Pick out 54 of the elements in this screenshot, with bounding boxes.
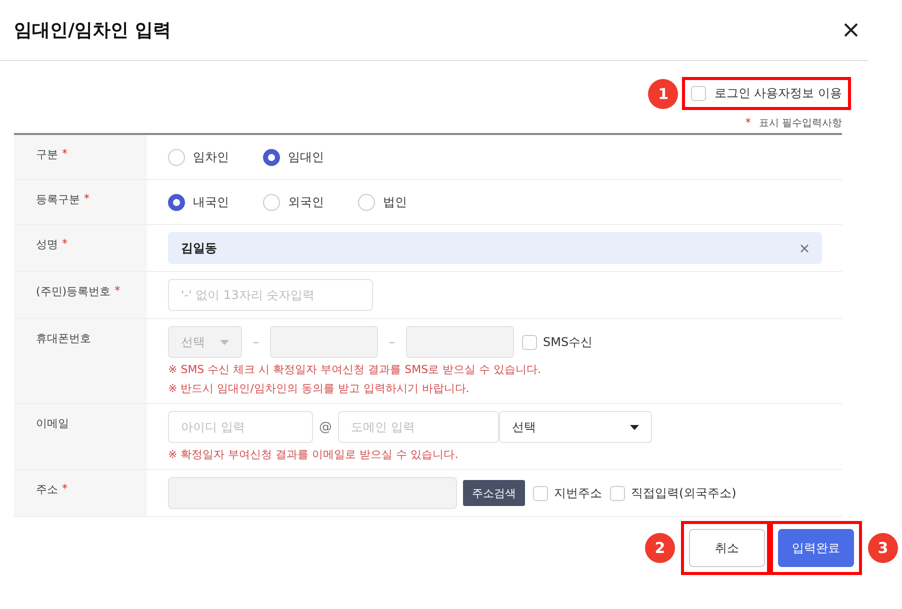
required-note: 표시 필수입력사항 [758, 117, 842, 130]
required-mark: * [62, 482, 68, 495]
checkbox-option[interactable]: 직접입력(외국주소) [610, 484, 736, 502]
checkbox[interactable] [610, 486, 625, 500]
field-label: (주민)등록번호 [36, 284, 111, 299]
callout-badge: 3 [868, 533, 898, 563]
address-field[interactable] [168, 477, 457, 509]
radio-option[interactable]: 법인 [358, 194, 407, 210]
dash-separator: – [253, 335, 259, 349]
notice-text: ※ 확정일자 부여신청 결과를 이메일로 받으실 수 있습니다. [168, 447, 460, 462]
radio-button[interactable] [263, 148, 280, 166]
required-mark: * [114, 284, 120, 297]
radio-option[interactable]: 외국인 [263, 194, 324, 210]
required-mark: * [84, 192, 90, 205]
required-mark: * [745, 116, 751, 130]
email-domain-field[interactable]: 도메인 입력 [338, 411, 499, 443]
dialog-title: 임대인/임차인 입력 [14, 19, 171, 42]
address-search-button[interactable]: 주소검색 [463, 480, 525, 506]
checkbox[interactable] [533, 486, 548, 500]
field-label: 성명 [36, 237, 58, 252]
name-field[interactable]: 김일동 [168, 232, 822, 264]
callout-badge: 1 [648, 78, 678, 108]
radio-option[interactable]: 내국인 [168, 194, 229, 210]
email-id-field[interactable]: 아이디 입력 [168, 411, 313, 443]
caret-icon [220, 340, 229, 344]
registration-number-field[interactable]: '-' 없이 13자리 숫자입력 [168, 279, 373, 311]
clear-icon [800, 244, 809, 252]
notice-text: ※ 반드시 임대인/임차인의 동의를 받고 입력하시기 바랍니다. [168, 381, 470, 396]
notice-text: ※ SMS 수신 체크 시 확정일자 부여신청 결과를 SMS로 받으실 수 있습니다. [168, 362, 542, 377]
field-label: 주소 [36, 482, 58, 497]
phone-number-field[interactable] [406, 326, 514, 358]
field-label: 이메일 [36, 416, 69, 431]
checkbox-option[interactable]: 지번주소 [533, 484, 602, 502]
required-mark: * [62, 147, 68, 160]
checkbox[interactable] [691, 86, 706, 101]
login-option-checkbox[interactable]: 로그인 사용자정보 이용 [682, 77, 851, 110]
at-sign: @ [319, 420, 332, 434]
cancel-button[interactable]: 취소 [689, 529, 765, 567]
caret-icon [630, 424, 639, 430]
submit-button[interactable]: 입력완료 [778, 529, 854, 567]
dash-separator: – [389, 335, 395, 349]
domain-select[interactable]: 선택 [499, 411, 652, 443]
close-icon[interactable] [844, 23, 858, 37]
field-label: 등록구분 [36, 192, 80, 207]
callout-badge: 2 [645, 533, 675, 563]
radio-option[interactable]: 임차인 [168, 148, 229, 166]
field-label: 휴대폰번호 [36, 331, 91, 346]
radio-option[interactable]: 임대인 [263, 148, 324, 166]
field-value: 김일동 [181, 240, 217, 256]
checkbox-label: 로그인 사용자정보 이용 [714, 85, 842, 102]
phone-number-field[interactable] [270, 326, 378, 358]
field-label: 구분 [36, 147, 58, 162]
required-mark: * [62, 237, 68, 250]
radio-button[interactable] [168, 194, 185, 210]
